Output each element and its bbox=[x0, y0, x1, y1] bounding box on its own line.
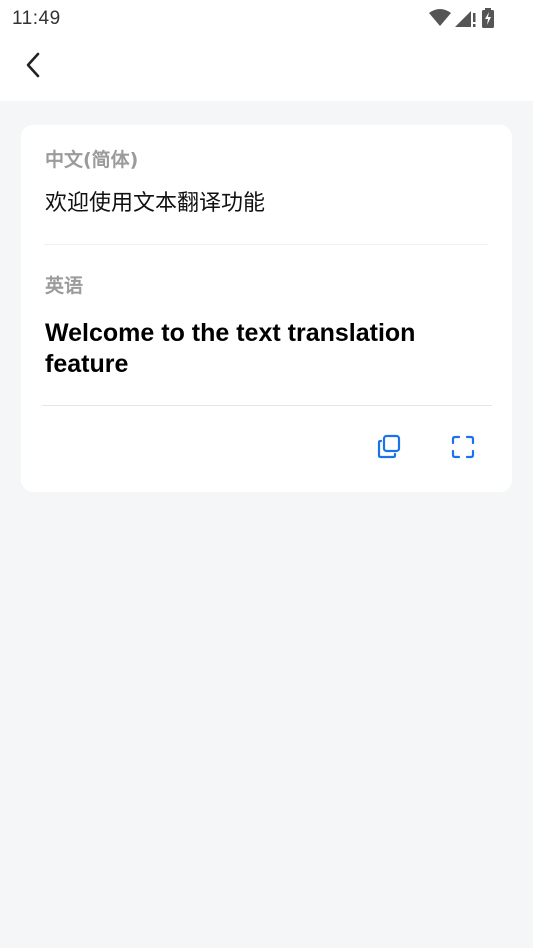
fullscreen-button[interactable] bbox=[448, 434, 478, 464]
back-button[interactable] bbox=[16, 50, 50, 84]
divider bbox=[42, 405, 492, 406]
source-text: 欢迎使用文本翻译功能 bbox=[45, 191, 266, 216]
translated-text: Welcome to the text translation feature bbox=[45, 319, 416, 378]
target-language-label: 英语 bbox=[45, 275, 84, 297]
status-bar: 11:49 bbox=[0, 0, 533, 36]
battery-charging-icon bbox=[481, 8, 495, 28]
wifi-icon bbox=[429, 9, 451, 27]
header bbox=[0, 36, 533, 101]
copy-icon bbox=[376, 434, 402, 465]
chevron-left-icon bbox=[23, 51, 43, 84]
source-language-label: 中文(简体) bbox=[45, 149, 139, 171]
divider bbox=[44, 244, 488, 245]
copy-button[interactable] bbox=[374, 434, 404, 464]
status-time: 11:49 bbox=[12, 8, 61, 29]
signal-alert-icon bbox=[455, 9, 477, 27]
fullscreen-icon bbox=[450, 434, 476, 465]
status-icons bbox=[429, 7, 495, 29]
translation-card: 中文(简体) 欢迎使用文本翻译功能 英语 Welcome to the text… bbox=[21, 125, 512, 492]
